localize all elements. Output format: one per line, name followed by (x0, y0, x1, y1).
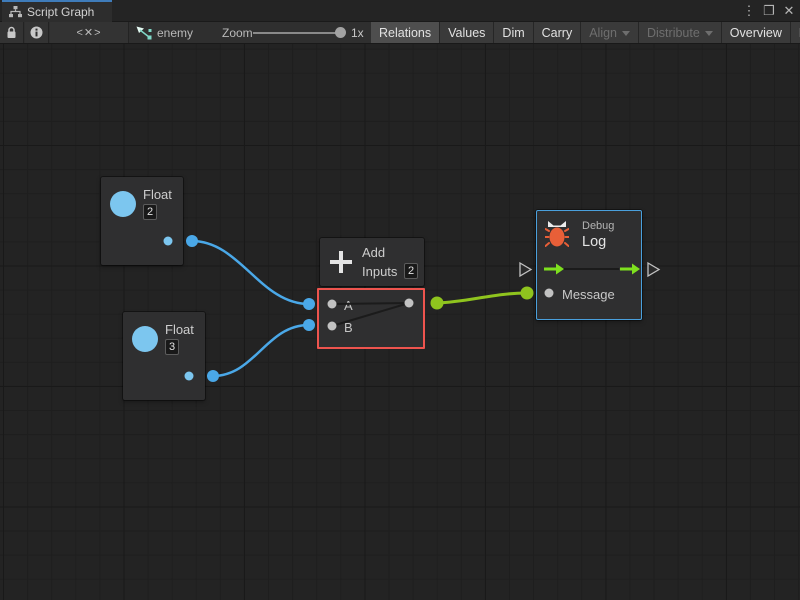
wire-endpoint-dot[interactable] (303, 298, 315, 310)
lock-icon (6, 26, 17, 39)
tab-title: Script Graph (27, 5, 94, 19)
float-type-icon (132, 326, 158, 352)
graph-icon (9, 6, 22, 18)
align-dropdown[interactable]: Align (581, 22, 639, 43)
port-b-label: B (344, 320, 353, 335)
node-title: Add (362, 245, 385, 260)
node-float-2[interactable]: Float 2 (101, 177, 183, 265)
carry-toggle[interactable]: Carry (534, 22, 582, 43)
wire-endpoint-dot[interactable] (186, 235, 198, 247)
script-graph-asset-icon (136, 26, 152, 40)
dropdown-caret-icon (622, 31, 630, 36)
tab-bar: Script Graph ⋮ ❐ ✕ (0, 0, 800, 22)
info-icon (30, 26, 43, 39)
close-icon[interactable]: ✕ (782, 3, 796, 19)
tab-script-graph[interactable]: Script Graph (2, 0, 112, 22)
node-title: Float (165, 322, 194, 337)
node-float-3[interactable]: Float 3 (123, 312, 205, 400)
float-type-icon (110, 191, 136, 217)
node-add-ports[interactable]: A B (317, 288, 425, 349)
distribute-dropdown[interactable]: Distribute (639, 22, 722, 43)
zoom-slider-handle[interactable] (335, 27, 346, 38)
fullscreen-button[interactable]: Full Screen (791, 22, 800, 43)
wire-endpoint-dot[interactable] (303, 319, 315, 331)
maximize-icon[interactable]: ❐ (762, 3, 776, 19)
graph-breadcrumb[interactable]: enemy (136, 22, 193, 43)
add-output-port[interactable] (405, 299, 414, 308)
dropdown-caret-icon (705, 31, 713, 36)
node-title: Float (143, 187, 172, 202)
code-view-icon: <✕> (76, 26, 101, 39)
float-value-input[interactable]: 3 (165, 339, 179, 355)
wire-endpoint-dot[interactable] (431, 297, 444, 310)
node-add-header[interactable]: Add Inputs 2 (320, 238, 424, 286)
message-port-label: Message (562, 287, 615, 302)
relations-toggle[interactable]: Relations (371, 22, 440, 43)
inspect-button[interactable] (25, 22, 49, 43)
node-category: Debug (582, 220, 614, 232)
graph-name-label: enemy (157, 26, 193, 40)
code-view-button[interactable]: <✕> (50, 22, 129, 43)
inputs-label: Inputs (362, 264, 397, 279)
node-title: Log (582, 234, 606, 250)
toolbar-toggle-group: Relations Values Dim Carry Align Distrib… (371, 22, 800, 43)
zoom-value: 1x (351, 26, 364, 40)
inputs-count-input[interactable]: 2 (404, 263, 418, 279)
add-input-b-port[interactable] (328, 322, 337, 331)
zoom-label: Zoom (222, 26, 253, 40)
dim-toggle[interactable]: Dim (494, 22, 533, 43)
float-value-input[interactable]: 2 (143, 204, 157, 220)
node-debug-log[interactable]: Debug Log Message (536, 210, 642, 320)
script-graph-window: Script Graph ⋮ ❐ ✕ <✕> (0, 0, 800, 600)
log-message-port[interactable] (545, 289, 554, 298)
zoom-slider-track[interactable] (253, 32, 341, 34)
add-icon (329, 250, 353, 274)
values-toggle[interactable]: Values (440, 22, 494, 43)
wire-endpoint-dot[interactable] (207, 370, 219, 382)
port-a-label: A (344, 298, 353, 313)
bug-icon (545, 221, 569, 248)
window-menu-icon[interactable]: ⋮ (742, 3, 756, 19)
float-output-port[interactable] (185, 372, 194, 381)
graph-toolbar: <✕> enemy Zoom 1x Relations Values Dim C… (0, 22, 800, 44)
lock-button[interactable] (0, 22, 24, 43)
add-input-a-port[interactable] (328, 300, 337, 309)
overview-button[interactable]: Overview (722, 22, 791, 43)
float-output-port[interactable] (164, 237, 173, 246)
wire-endpoint-dot[interactable] (521, 287, 534, 300)
